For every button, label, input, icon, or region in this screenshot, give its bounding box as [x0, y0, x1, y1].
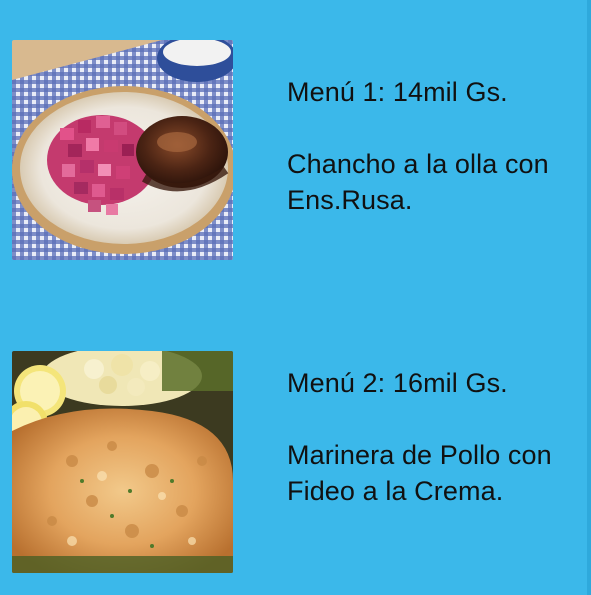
pork-with-beet-salad-photo	[12, 40, 233, 260]
menu-description: Menú 2: 16mil Gs. Marinera de Pollo con …	[287, 365, 577, 509]
menu-card-2: Menú 2: 16mil Gs. Marinera de Pollo con …	[12, 351, 572, 573]
dish-name: Marinera de Pollo con Fideo a la Crema.	[287, 440, 552, 506]
menu-card-1: Menú 1: 14mil Gs. Chancho a la olla con …	[12, 40, 572, 260]
menu-price: Menú 2: 16mil Gs.	[287, 368, 508, 398]
menu-price: Menú 1: 14mil Gs.	[287, 77, 508, 107]
dish-name: Chancho a la olla con Ens.Rusa.	[287, 149, 549, 215]
breaded-chicken-photo	[12, 351, 233, 573]
menu-description: Menú 1: 14mil Gs. Chancho a la olla con …	[287, 74, 577, 218]
page-edge	[587, 0, 591, 595]
